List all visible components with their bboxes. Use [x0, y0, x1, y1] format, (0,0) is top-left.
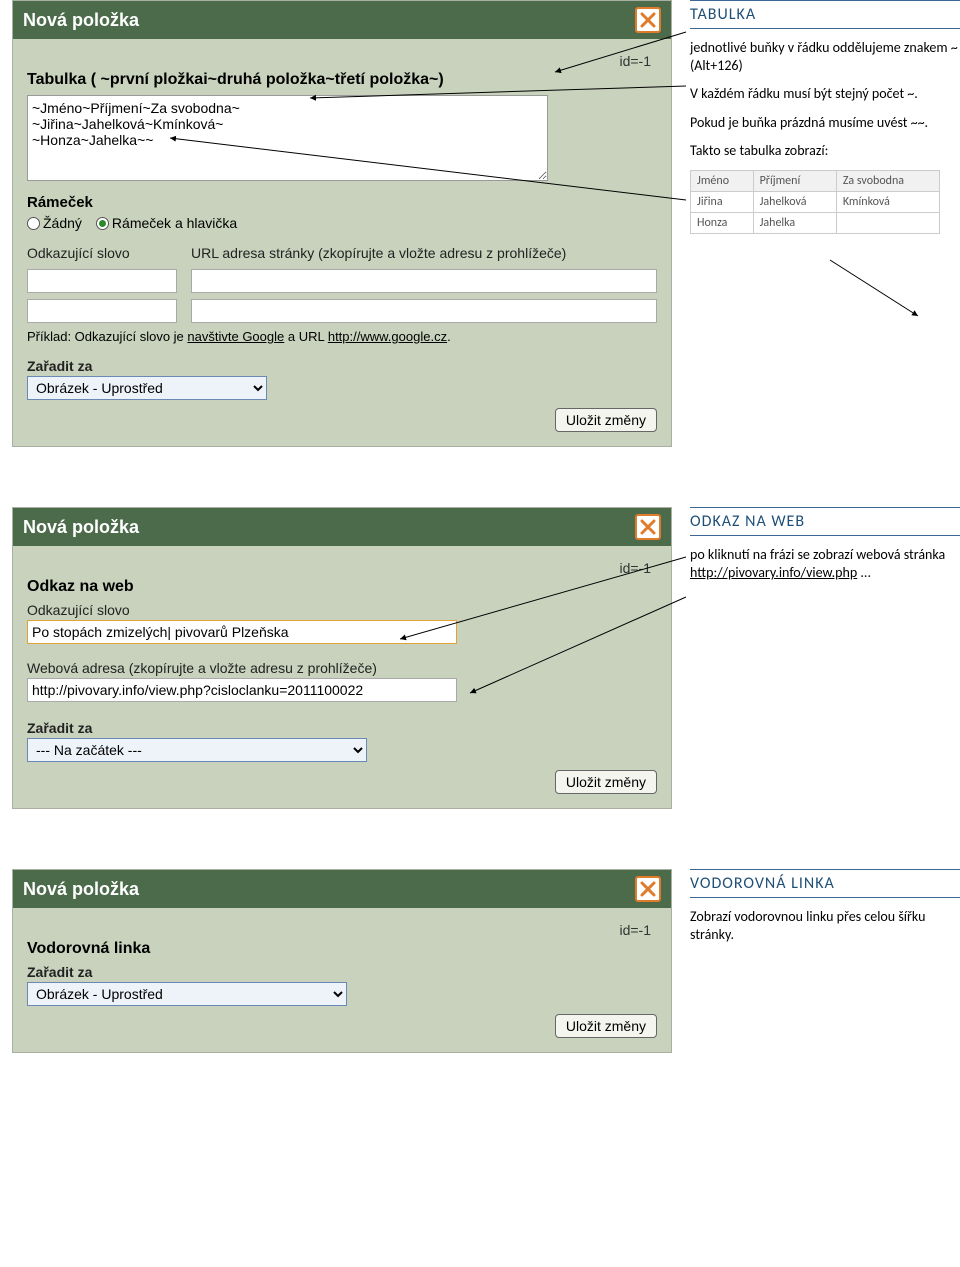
- link-word-label: Odkazující slovo: [27, 245, 177, 261]
- place-select[interactable]: --- Na začátek ---: [27, 738, 367, 762]
- close-icon: [640, 519, 656, 535]
- frame-radio-group: Žádný Rámeček a hlavička: [27, 215, 657, 231]
- place-select[interactable]: Obrázek - Uprostřed: [27, 982, 347, 1006]
- dialog-header: Nová položka: [13, 870, 671, 908]
- frame-label: Rámeček: [27, 194, 657, 211]
- radio-frame-header-label: Rámeček a hlavička: [112, 215, 237, 231]
- side-title-odkaz: ODKAZ NA WEB: [690, 507, 960, 536]
- example-hint: Příklad: Odkazující slovo je navštivte G…: [27, 329, 657, 344]
- link-word-input[interactable]: [27, 620, 457, 644]
- side-p3: Pokud je buňka prázdná musíme uvést ~~.: [690, 114, 960, 132]
- side-p1: jednotlivé buňky v řádku oddělujeme znak…: [690, 39, 960, 75]
- example-td: Jiřina: [691, 191, 754, 212]
- hint-suffix: .: [447, 329, 451, 344]
- hint-prefix: Příklad: Odkazující slovo je: [27, 329, 187, 344]
- url-input-1[interactable]: [191, 269, 657, 293]
- section-title-linka: Vodorovná linka: [27, 940, 657, 958]
- section-title-odkaz: Odkaz na web: [27, 578, 657, 596]
- radio-none-label: Žádný: [43, 215, 82, 231]
- dialog-title: Nová položka: [23, 10, 139, 31]
- example-td: Jahelková: [753, 191, 836, 212]
- side-p-odkaz: po kliknutí na frázi se zobrazí webová s…: [690, 546, 960, 582]
- radio-none[interactable]: Žádný: [27, 215, 82, 231]
- link-word-input-1[interactable]: [27, 269, 177, 293]
- side-p-linka: Zobrazí vodorovnou linku přes celou šířk…: [690, 908, 960, 944]
- radio-frame-header-dot: [96, 217, 109, 230]
- side-col-linka: VODOROVNÁ LINKA Zobrazí vodorovnou linku…: [690, 869, 960, 954]
- example-td: [836, 212, 939, 233]
- web-url-input[interactable]: [27, 678, 457, 702]
- place-label: Zařadit za: [27, 964, 657, 980]
- place-select[interactable]: Obrázek - Uprostřed: [27, 376, 267, 400]
- id-label: id=-1: [27, 560, 651, 576]
- dialog-tabulka: Nová položka id=-1 Tabulka ( ~první plož…: [12, 0, 672, 447]
- close-button[interactable]: [635, 514, 661, 540]
- example-td: Honza: [691, 212, 754, 233]
- hint-link-2: http://www.google.cz: [328, 329, 447, 344]
- dialog-header: Nová položka: [13, 508, 671, 546]
- save-button[interactable]: Uložit změny: [555, 1014, 657, 1038]
- example-th: Jméno: [691, 170, 754, 191]
- close-icon: [640, 12, 656, 28]
- url-label: URL adresa stránky (zkopírujte a vložte …: [191, 245, 657, 261]
- side-title-tabulka: TABULKA: [690, 0, 960, 29]
- example-td: Jahelka: [753, 212, 836, 233]
- link-word-label: Odkazující slovo: [27, 602, 657, 618]
- url-input-2[interactable]: [191, 299, 657, 323]
- place-label: Zařadit za: [27, 358, 657, 374]
- save-button[interactable]: Uložit změny: [555, 770, 657, 794]
- side-col-odkaz: ODKAZ NA WEB po kliknutí na frázi se zob…: [690, 507, 960, 592]
- example-table: Jméno Příjmení Za svobodna Jiřina Jahelk…: [690, 170, 940, 234]
- web-url-label: Webová adresa (zkopírujte a vložte adres…: [27, 660, 657, 676]
- side-col-tabulka: TABULKA jednotlivé buňky v řádku odděluj…: [690, 0, 960, 234]
- example-td: Kmínková: [836, 191, 939, 212]
- section-title-tabulka: Tabulka ( ~první pložkai~druhá položka~t…: [27, 71, 657, 89]
- radio-none-dot: [27, 217, 40, 230]
- dialog-odkaz-na-web: Nová položka id=-1 Odkaz na web Odkazují…: [12, 507, 672, 809]
- dialog-title: Nová položka: [23, 879, 139, 900]
- side-p4: Takto se tabulka zobrazí:: [690, 142, 960, 160]
- link-word-input-2[interactable]: [27, 299, 177, 323]
- close-button[interactable]: [635, 7, 661, 33]
- example-th: Za svobodna: [836, 170, 939, 191]
- hint-link-1: navštivte Google: [187, 329, 284, 344]
- radio-frame-header[interactable]: Rámeček a hlavička: [96, 215, 237, 231]
- side-span: ...: [857, 564, 871, 581]
- side-span: po kliknutí na frázi se zobrazí webová s…: [690, 546, 945, 563]
- id-label: id=-1: [27, 922, 651, 938]
- example-th: Příjmení: [753, 170, 836, 191]
- side-title-linka: VODOROVNÁ LINKA: [690, 869, 960, 898]
- dialog-title: Nová položka: [23, 517, 139, 538]
- side-p2: V každém řádku musí být stejný počet ~.: [690, 85, 960, 103]
- close-button[interactable]: [635, 876, 661, 902]
- place-label: Zařadit za: [27, 720, 657, 736]
- save-button[interactable]: Uložit změny: [555, 408, 657, 432]
- dialog-vodorovna-linka: Nová položka id=-1 Vodorovná linka Zařad…: [12, 869, 672, 1053]
- hint-mid: a URL: [284, 329, 328, 344]
- table-content-textarea[interactable]: [27, 95, 548, 181]
- example-link[interactable]: http://pivovary.info/view.php: [690, 564, 857, 581]
- id-label: id=-1: [27, 53, 651, 69]
- dialog-header: Nová položka: [13, 1, 671, 39]
- close-icon: [640, 881, 656, 897]
